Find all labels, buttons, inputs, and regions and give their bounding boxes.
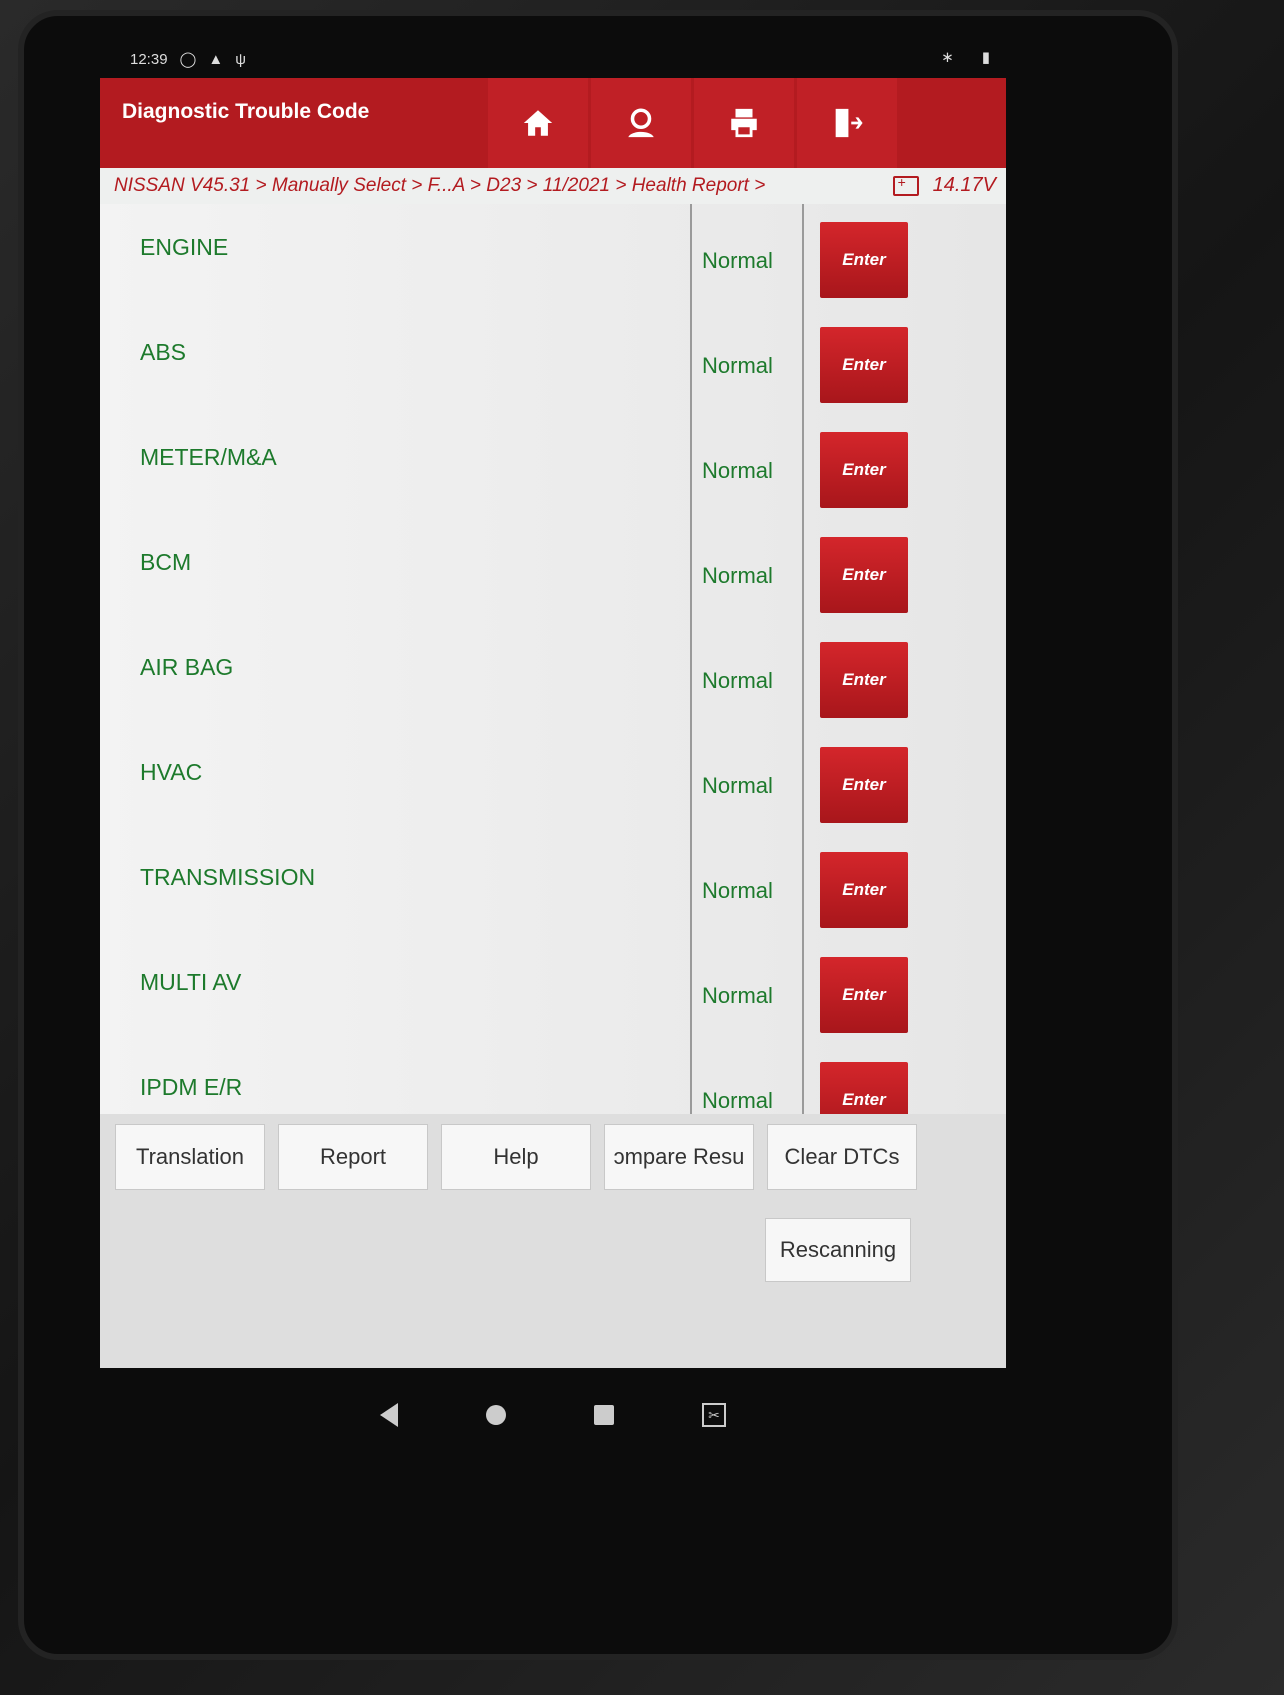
usb-icon: ψ <box>235 50 246 68</box>
battery-voltage: 14.17V <box>932 174 996 196</box>
system-status: Normal <box>702 458 773 483</box>
vehicle-battery-icon <box>892 174 919 196</box>
system-name: ENGINE <box>140 234 229 260</box>
system-status: Normal <box>702 773 773 798</box>
screenshot-icon[interactable]: ✂ <box>702 1403 726 1427</box>
system-status: Normal <box>702 983 773 1008</box>
breadcrumb-path: NISSAN V45.31 > Manually Select > F...A … <box>114 175 766 196</box>
enter-button[interactable]: Enter <box>820 432 908 508</box>
list-item: TRANSMISSION Normal Enter <box>100 834 1006 941</box>
list-item: METER/M&A Normal Enter <box>100 414 1006 521</box>
list-item: AIR BAG Normal Enter <box>100 624 1006 731</box>
rescanning-button[interactable]: Rescanning <box>765 1218 911 1282</box>
notification-icon: ◯ <box>179 51 197 68</box>
print-icon <box>731 108 757 138</box>
exit-icon <box>835 108 863 138</box>
battery-icon: ▮ <box>981 49 990 66</box>
system-name: ABS <box>140 339 187 365</box>
bluetooth-icon: ∗ <box>941 49 954 66</box>
print-button[interactable] <box>694 78 794 168</box>
recent-apps-icon[interactable] <box>594 1405 614 1425</box>
enter-button[interactable]: Enter <box>820 747 908 823</box>
list-item: ENGINE Normal Enter <box>100 204 1006 311</box>
list-item: MULTI AV Normal Enter <box>100 939 1006 1046</box>
enter-button[interactable]: Enter <box>820 537 908 613</box>
bottom-toolbar: Translation Report Help ɔmpare Resu Clea… <box>100 1114 1006 1368</box>
breadcrumb: NISSAN V45.31 > Manually Select > F...A … <box>100 168 1006 204</box>
app-screen: Diagnostic Trouble Code NISSAN V45.31 > … <box>100 78 1006 1368</box>
system-status: Normal <box>702 353 773 378</box>
system-list: ENGINE Normal Enter ABS Normal Enter MET… <box>100 204 1006 1151</box>
system-name: IPDM E/R <box>140 1074 243 1100</box>
list-item: BCM Normal Enter <box>100 519 1006 626</box>
home-icon <box>523 110 553 136</box>
enter-button[interactable]: Enter <box>820 852 908 928</box>
report-button[interactable]: Report <box>278 1124 428 1190</box>
alert-icon: ▲ <box>208 50 224 68</box>
system-status: Normal <box>702 563 773 588</box>
exit-button[interactable] <box>797 78 897 168</box>
clear-dtcs-button[interactable]: Clear DTCs <box>767 1124 917 1190</box>
system-status: Normal <box>702 1088 773 1113</box>
list-item: ABS Normal Enter <box>100 309 1006 416</box>
translation-button[interactable]: Translation <box>115 1124 265 1190</box>
back-icon[interactable] <box>380 1403 398 1427</box>
compare-results-button[interactable]: ɔmpare Resu <box>604 1124 754 1190</box>
user-icon <box>628 108 654 138</box>
system-name: BCM <box>140 549 192 575</box>
system-status: Normal <box>702 248 773 273</box>
help-button[interactable]: Help <box>441 1124 591 1190</box>
system-name: AIR BAG <box>140 654 234 680</box>
enter-button[interactable]: Enter <box>820 327 908 403</box>
user-button[interactable] <box>591 78 691 168</box>
enter-button[interactable]: Enter <box>820 957 908 1033</box>
system-name: TRANSMISSION <box>140 864 316 890</box>
system-name: METER/M&A <box>140 444 277 470</box>
system-status: Normal <box>702 668 773 693</box>
status-bar: 12:39 ◯ ▲ ψ ∗ ▮ <box>130 44 990 74</box>
title-bar: Diagnostic Trouble Code <box>100 78 1006 168</box>
status-time: 12:39 <box>130 50 168 68</box>
system-name: MULTI AV <box>140 969 242 995</box>
list-item: HVAC Normal Enter <box>100 729 1006 836</box>
home-nav-icon[interactable] <box>486 1405 506 1425</box>
android-nav-bar: ✂ <box>100 1380 1006 1450</box>
page-title: Diagnostic Trouble Code <box>122 100 370 123</box>
enter-button[interactable]: Enter <box>820 642 908 718</box>
enter-button[interactable]: Enter <box>820 222 908 298</box>
system-name: HVAC <box>140 759 203 785</box>
home-button[interactable] <box>488 78 588 168</box>
system-status: Normal <box>702 878 773 903</box>
